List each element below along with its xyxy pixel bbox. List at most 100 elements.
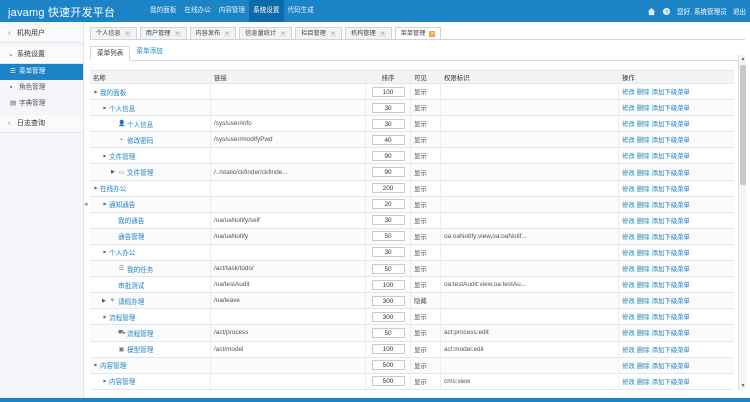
edit-link[interactable]: 修改 — [622, 312, 635, 321]
edit-link[interactable]: 修改 — [622, 377, 635, 386]
page-tab[interactable]: 用户管理 × — [139, 27, 187, 39]
add-child-link[interactable]: 添加下级菜单 — [652, 296, 690, 305]
page-tab[interactable]: 信息量统计 × — [239, 27, 293, 39]
add-child-link[interactable]: 添加下级菜单 — [652, 103, 690, 112]
sort-input[interactable]: 50 — [371, 327, 405, 338]
delete-link[interactable]: 删除 — [637, 328, 650, 337]
edit-link[interactable]: 修改 — [622, 232, 635, 241]
sidebar-item[interactable]: ☰ 菜单管理 — [0, 64, 83, 80]
close-icon[interactable]: × — [174, 30, 181, 37]
menu-name-link[interactable]: 我的任务 — [127, 264, 153, 274]
menu-name-link[interactable]: 文件管理 — [109, 151, 135, 161]
subtab[interactable]: 菜单列表 — [90, 46, 131, 61]
sort-input[interactable]: 90 — [371, 150, 405, 161]
add-child-link[interactable]: 添加下级菜单 — [652, 184, 690, 193]
close-icon[interactable]: × — [280, 30, 287, 37]
menu-name-link[interactable]: 我的面板 — [100, 87, 126, 97]
sort-input[interactable]: 50 — [371, 231, 405, 242]
edit-link[interactable]: 修改 — [622, 216, 635, 225]
delete-link[interactable]: 删除 — [637, 87, 650, 96]
top-nav-item[interactable]: 内容管理 — [215, 0, 249, 22]
menu-name-link[interactable]: 模型管理 — [127, 344, 153, 354]
delete-link[interactable]: 删除 — [637, 377, 650, 386]
sort-input[interactable]: 300 — [371, 295, 405, 306]
close-icon[interactable]: × — [429, 30, 436, 37]
user-greeting[interactable]: 您好, 系统管理员 — [677, 6, 727, 16]
delete-link[interactable]: 删除 — [637, 232, 650, 241]
add-child-link[interactable]: 添加下级菜单 — [652, 345, 690, 354]
edit-link[interactable]: 修改 — [622, 103, 635, 112]
close-icon[interactable]: × — [124, 30, 131, 37]
sort-input[interactable]: 30 — [371, 102, 405, 113]
expand-down-icon[interactable]: ▲ — [102, 379, 108, 384]
add-child-link[interactable]: 添加下级菜单 — [652, 312, 690, 321]
sort-input[interactable]: 100 — [371, 344, 405, 355]
add-child-link[interactable]: 添加下级菜单 — [652, 151, 690, 160]
expand-down-icon[interactable]: ▲ — [102, 250, 108, 255]
page-tab[interactable]: 个人信息 × — [90, 27, 137, 39]
menu-name-link[interactable]: 流程管理 — [109, 312, 135, 322]
expand-down-icon[interactable]: ▲ — [102, 105, 108, 110]
scroll-thumb[interactable] — [740, 65, 746, 185]
menu-name-link[interactable]: 修改密码 — [127, 135, 153, 145]
vertical-scrollbar[interactable]: ▲ ▼ — [738, 55, 746, 390]
sort-input[interactable]: 50 — [371, 263, 405, 274]
expand-down-icon[interactable]: ▲ — [102, 153, 108, 158]
menu-name-link[interactable]: 请假办理 — [118, 296, 144, 306]
delete-link[interactable]: 删除 — [637, 248, 650, 257]
delete-link[interactable]: 删除 — [637, 264, 650, 273]
sort-input[interactable]: 100 — [371, 279, 405, 290]
delete-link[interactable]: 删除 — [637, 103, 650, 112]
sidebar-group[interactable]: › 日志查询 — [0, 115, 83, 133]
menu-name-link[interactable]: 在线办公 — [100, 183, 126, 193]
delete-link[interactable]: 删除 — [637, 280, 650, 289]
top-nav-item[interactable]: 代码生成 — [284, 0, 318, 22]
sort-input[interactable]: 500 — [371, 360, 405, 371]
page-tab[interactable]: 内容发布 × — [189, 27, 237, 39]
edit-link[interactable]: 修改 — [622, 248, 635, 257]
page-tab[interactable]: 机构管理 × — [344, 27, 392, 39]
sidebar-group[interactable]: › 机构用户 — [0, 25, 83, 43]
menu-name-link[interactable]: 通告管理 — [118, 231, 144, 241]
edit-link[interactable]: 修改 — [622, 328, 635, 337]
close-icon[interactable]: × — [224, 30, 231, 37]
close-icon[interactable]: × — [379, 30, 386, 37]
delete-link[interactable]: 删除 — [637, 345, 650, 354]
help-icon[interactable]: ? — [662, 7, 671, 16]
delete-link[interactable]: 删除 — [637, 216, 650, 225]
expand-down-icon[interactable]: ▲ — [93, 186, 99, 191]
expand-down-icon[interactable]: ▲ — [102, 202, 108, 207]
sort-input[interactable]: 300 — [371, 311, 405, 322]
expand-right-icon[interactable]: ▶ — [111, 169, 116, 175]
delete-link[interactable]: 删除 — [637, 168, 650, 177]
top-nav-item[interactable]: 系统设置 — [249, 0, 284, 22]
sort-input[interactable]: 30 — [371, 118, 405, 129]
sort-input[interactable]: 40 — [371, 134, 405, 145]
edit-link[interactable]: 修改 — [622, 345, 635, 354]
delete-link[interactable]: 删除 — [637, 119, 650, 128]
sidebar-item[interactable]: ▪ 角色管理 — [0, 80, 83, 96]
edit-link[interactable]: 修改 — [622, 184, 635, 193]
edit-link[interactable]: 修改 — [622, 361, 635, 370]
delete-link[interactable]: 删除 — [637, 361, 650, 370]
sort-input[interactable]: 20 — [371, 199, 405, 210]
add-child-link[interactable]: 添加下级菜单 — [652, 280, 690, 289]
top-nav-item[interactable]: 在线办公 — [180, 0, 214, 22]
add-child-link[interactable]: 添加下级菜单 — [652, 216, 690, 225]
expand-down-icon[interactable]: ▲ — [93, 363, 99, 368]
sort-input[interactable]: 500 — [371, 376, 405, 387]
add-child-link[interactable]: 添加下级菜单 — [652, 135, 690, 144]
add-child-link[interactable]: 添加下级菜单 — [652, 232, 690, 241]
expand-down-icon[interactable]: ▲ — [102, 314, 108, 319]
menu-name-link[interactable]: 流程管理 — [127, 328, 153, 338]
edit-link[interactable]: 修改 — [622, 264, 635, 273]
add-child-link[interactable]: 添加下级菜单 — [652, 328, 690, 337]
sidebar-item[interactable]: ▤ 字典管理 — [0, 96, 83, 112]
delete-link[interactable]: 删除 — [637, 200, 650, 209]
menu-name-link[interactable]: 个人办公 — [109, 247, 135, 257]
menu-name-link[interactable]: 通知通告 — [109, 199, 135, 209]
sort-input[interactable]: 30 — [371, 247, 405, 258]
sort-input[interactable]: 200 — [371, 183, 405, 194]
sidebar-collapse-handle[interactable]: ◂ — [84, 200, 89, 214]
delete-link[interactable]: 删除 — [637, 296, 650, 305]
